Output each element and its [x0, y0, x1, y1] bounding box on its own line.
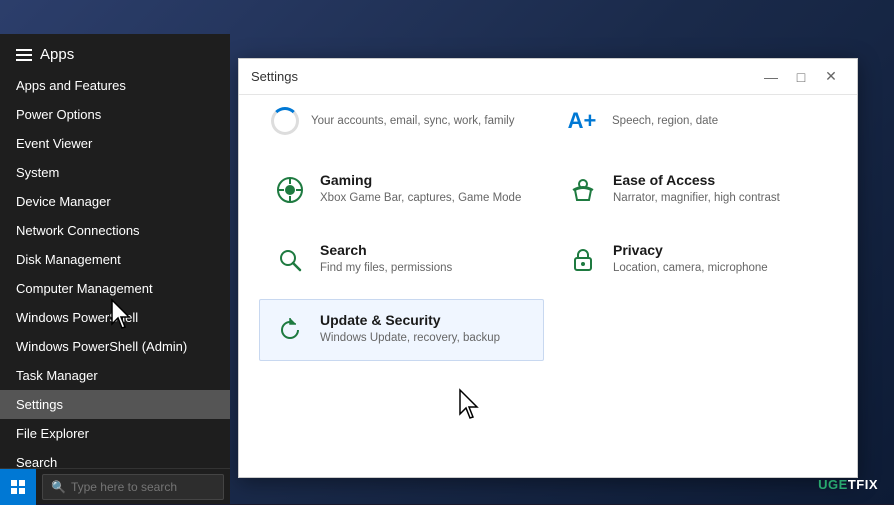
settings-title-privacy: Privacy	[613, 242, 768, 258]
maximize-button[interactable]: □	[787, 65, 815, 89]
menu-item-event-viewer[interactable]: Event Viewer	[0, 129, 230, 158]
settings-item-search[interactable]: Search Find my files, permissions	[259, 229, 544, 291]
menu-list: Apps and FeaturesPower OptionsEvent View…	[0, 71, 230, 504]
window-title: Settings	[251, 69, 298, 84]
settings-sub-gaming: Xbox Game Bar, captures, Game Mode	[320, 190, 521, 206]
watermark-tfix: TFIX	[848, 477, 878, 492]
settings-sub-update-security: Windows Update, recovery, backup	[320, 330, 500, 346]
settings-content: Gaming Xbox Game Bar, captures, Game Mode…	[239, 143, 857, 477]
settings-title-ease-of-access: Ease of Access	[613, 172, 780, 188]
accounts-text: Your accounts, email, sync, work, family	[311, 115, 514, 127]
settings-text-ease-of-access: Ease of Access Narrator, magnifier, high …	[613, 172, 780, 206]
start-menu: Apps Apps and FeaturesPower OptionsEvent…	[0, 34, 230, 504]
settings-sub-search: Find my files, permissions	[320, 260, 452, 276]
minimize-button[interactable]: —	[757, 65, 785, 89]
language-icon-text: A+	[568, 108, 597, 134]
taskbar-search-box[interactable]: 🔍	[42, 474, 224, 500]
settings-sub-ease-of-access: Narrator, magnifier, high contrast	[613, 190, 780, 206]
menu-item-windows-powershell[interactable]: Windows PowerShell	[0, 303, 230, 332]
taskbar-search-input[interactable]	[71, 480, 215, 494]
watermark-uge: UGE	[818, 477, 848, 492]
taskbar-search-icon: 🔍	[51, 480, 66, 494]
menu-item-computer-management[interactable]: Computer Management	[0, 274, 230, 303]
settings-title-update-security: Update & Security	[320, 312, 500, 328]
settings-title-gaming: Gaming	[320, 172, 521, 188]
menu-item-disk-management[interactable]: Disk Management	[0, 245, 230, 274]
close-button[interactable]: ✕	[817, 65, 845, 89]
settings-item-update-security[interactable]: Update & Security Windows Update, recover…	[259, 299, 544, 361]
settings-top-partial: Your accounts, email, sync, work, family…	[239, 95, 857, 143]
apps-header: Apps	[0, 34, 230, 71]
menu-item-network-connections[interactable]: Network Connections	[0, 216, 230, 245]
settings-item-gaming[interactable]: Gaming Xbox Game Bar, captures, Game Mode	[259, 159, 544, 221]
settings-title-search: Search	[320, 242, 452, 258]
watermark: UGETFIX	[818, 477, 878, 492]
menu-item-apps-features[interactable]: Apps and Features	[0, 71, 230, 100]
search-settings-icon	[272, 242, 308, 278]
language-icon: A+	[564, 108, 600, 134]
settings-item-privacy[interactable]: Privacy Location, camera, microphone	[552, 229, 837, 291]
menu-item-windows-powershell-admin[interactable]: Windows PowerShell (Admin)	[0, 332, 230, 361]
ease-settings-icon	[565, 172, 601, 208]
menu-item-device-manager[interactable]: Device Manager	[0, 187, 230, 216]
menu-item-task-manager[interactable]: Task Manager	[0, 361, 230, 390]
gaming-settings-icon	[272, 172, 308, 208]
language-partial-item[interactable]: A+ Speech, region, date	[552, 99, 837, 143]
settings-window: Settings — □ ✕ Your accounts, email, syn…	[238, 58, 858, 478]
menu-item-system[interactable]: System	[0, 158, 230, 187]
menu-item-settings[interactable]: Settings	[0, 390, 230, 419]
menu-item-power-options[interactable]: Power Options	[0, 100, 230, 129]
language-sub: Speech, region, date	[612, 115, 718, 127]
accounts-sub: Your accounts, email, sync, work, family	[311, 115, 514, 127]
accounts-spinner-icon	[271, 107, 299, 135]
settings-text-search: Search Find my files, permissions	[320, 242, 452, 276]
hamburger-menu[interactable]	[16, 49, 32, 61]
accounts-partial-item[interactable]: Your accounts, email, sync, work, family	[259, 99, 544, 143]
start-button[interactable]	[0, 469, 36, 505]
window-titlebar: Settings — □ ✕	[239, 59, 857, 95]
window-controls: — □ ✕	[757, 65, 845, 89]
settings-text-gaming: Gaming Xbox Game Bar, captures, Game Mode	[320, 172, 521, 206]
update-settings-icon	[272, 312, 308, 348]
settings-text-privacy: Privacy Location, camera, microphone	[613, 242, 768, 276]
menu-item-file-explorer[interactable]: File Explorer	[0, 419, 230, 448]
taskbar: 🔍	[0, 468, 230, 504]
privacy-settings-icon	[565, 242, 601, 278]
language-text: Speech, region, date	[612, 115, 718, 127]
settings-sub-privacy: Location, camera, microphone	[613, 260, 768, 276]
settings-item-ease-of-access[interactable]: Ease of Access Narrator, magnifier, high …	[552, 159, 837, 221]
settings-text-update-security: Update & Security Windows Update, recover…	[320, 312, 500, 346]
apps-label: Apps	[40, 46, 74, 63]
